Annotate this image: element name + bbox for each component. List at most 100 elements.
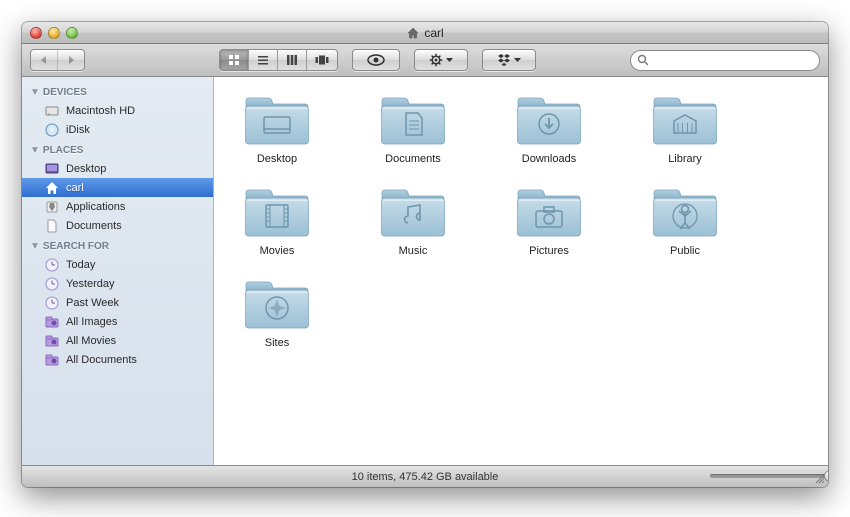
sidebar-item-label: Applications [66, 201, 125, 213]
sidebar-header[interactable]: ▼PLACES [22, 139, 213, 159]
zoom-button[interactable] [66, 27, 78, 39]
folder-icon [650, 187, 720, 239]
folder-icon [242, 95, 312, 147]
back-button[interactable] [31, 50, 58, 70]
folder-item[interactable]: Library [640, 95, 730, 165]
folder-label: Documents [385, 153, 441, 165]
folder-icon [242, 279, 312, 331]
sidebar-item-label: Yesterday [66, 278, 115, 290]
sidebar-item-label: Past Week [66, 297, 119, 309]
sidebar-item[interactable]: All Images [22, 312, 213, 331]
action-menu-button[interactable] [414, 49, 468, 71]
folder-label: Library [668, 153, 702, 165]
status-bar: 10 items, 475.42 GB available [22, 465, 828, 487]
quicklook-button[interactable] [352, 49, 400, 71]
sidebar-item-label: All Documents [66, 354, 137, 366]
icon-grid: Desktop Documents Downloads Library Movi… [232, 95, 818, 349]
sidebar-item[interactable]: carl [22, 178, 213, 197]
sidebar-item-label: Documents [66, 220, 122, 232]
resize-handle[interactable] [813, 472, 825, 484]
sidebar-item[interactable]: Today [22, 255, 213, 274]
search-icon [637, 54, 648, 66]
hdd-icon [44, 103, 60, 119]
folder-label: Music [399, 245, 428, 257]
sidebar-item[interactable]: Macintosh HD [22, 101, 213, 120]
forward-button[interactable] [58, 50, 84, 70]
folder-label: Sites [265, 337, 289, 349]
window-body: ▼DEVICES Macintosh HD iDisk ▼PLACES Desktop c… [22, 77, 828, 465]
icon-view-button[interactable] [220, 50, 249, 70]
gear-icon [429, 53, 443, 67]
sidebar-item-label: iDisk [66, 124, 90, 136]
clock-icon [44, 257, 60, 273]
folder-icon [514, 187, 584, 239]
folder-label: Public [670, 245, 700, 257]
smart-icon [44, 314, 60, 330]
folder-icon [514, 95, 584, 147]
home-icon [406, 26, 420, 40]
minimize-button[interactable] [48, 27, 60, 39]
coverflow-view-button[interactable] [307, 50, 337, 70]
folder-item[interactable]: Downloads [504, 95, 594, 165]
view-mode-buttons [219, 49, 338, 71]
search-input[interactable] [652, 54, 813, 66]
folder-label: Movies [260, 245, 295, 257]
folder-item[interactable]: Sites [232, 279, 322, 349]
sidebar-item[interactable]: Yesterday [22, 274, 213, 293]
folder-label: Downloads [522, 153, 576, 165]
content-area: Desktop Documents Downloads Library Movi… [214, 77, 828, 465]
folder-icon [378, 187, 448, 239]
sidebar-header-label: PLACES [43, 145, 84, 156]
sidebar-item-label: Today [66, 259, 95, 271]
folder-item[interactable]: Movies [232, 187, 322, 257]
folder-label: Desktop [257, 153, 297, 165]
folder-item[interactable]: Music [368, 187, 458, 257]
sidebar: ▼DEVICES Macintosh HD iDisk ▼PLACES Desktop c… [22, 77, 214, 465]
idisk-icon [44, 122, 60, 138]
clock-icon [44, 276, 60, 292]
sidebar-header[interactable]: ▼DEVICES [22, 81, 213, 101]
zoom-slider[interactable] [710, 472, 806, 480]
window-title-text: carl [424, 26, 443, 40]
nav-buttons [30, 49, 85, 71]
chevron-down-icon [514, 58, 521, 63]
folder-item[interactable]: Pictures [504, 187, 594, 257]
sidebar-item[interactable]: Past Week [22, 293, 213, 312]
finder-window: carl ▼DEVICESMacintosh HDiDis [22, 22, 828, 487]
sidebar-item-label: Desktop [66, 163, 106, 175]
window-controls [30, 27, 78, 39]
folder-item[interactable]: Public [640, 187, 730, 257]
sidebar-item[interactable]: All Documents [22, 350, 213, 369]
sidebar-item-label: Macintosh HD [66, 105, 135, 117]
folder-icon [650, 95, 720, 147]
sidebar-item-label: carl [66, 182, 84, 194]
clock-icon [44, 295, 60, 311]
titlebar: carl [22, 22, 828, 44]
close-button[interactable] [30, 27, 42, 39]
sidebar-item[interactable]: Desktop [22, 159, 213, 178]
home-icon [44, 180, 60, 196]
sidebar-header[interactable]: ▼SEARCH FOR [22, 235, 213, 255]
sidebar-item[interactable]: Documents [22, 216, 213, 235]
dropbox-icon [497, 54, 511, 66]
chevron-down-icon [446, 58, 453, 63]
app-icon [44, 199, 60, 215]
folder-item[interactable]: Documents [368, 95, 458, 165]
sidebar-item[interactable]: All Movies [22, 331, 213, 350]
smart-icon [44, 333, 60, 349]
doc-icon [44, 218, 60, 234]
status-text: 10 items, 475.42 GB available [352, 471, 499, 483]
window-title: carl [406, 26, 443, 40]
smart-icon [44, 352, 60, 368]
sidebar-item[interactable]: iDisk [22, 120, 213, 139]
list-view-button[interactable] [249, 50, 278, 70]
dropbox-button[interactable] [482, 49, 536, 71]
search-field[interactable] [630, 50, 820, 71]
sidebar-item-label: All Movies [66, 335, 116, 347]
column-view-button[interactable] [278, 50, 307, 70]
toolbar [22, 44, 828, 77]
folder-icon [242, 187, 312, 239]
sidebar-item[interactable]: Applications [22, 197, 213, 216]
sidebar-header-label: DEVICES [43, 87, 87, 98]
folder-item[interactable]: Desktop [232, 95, 322, 165]
